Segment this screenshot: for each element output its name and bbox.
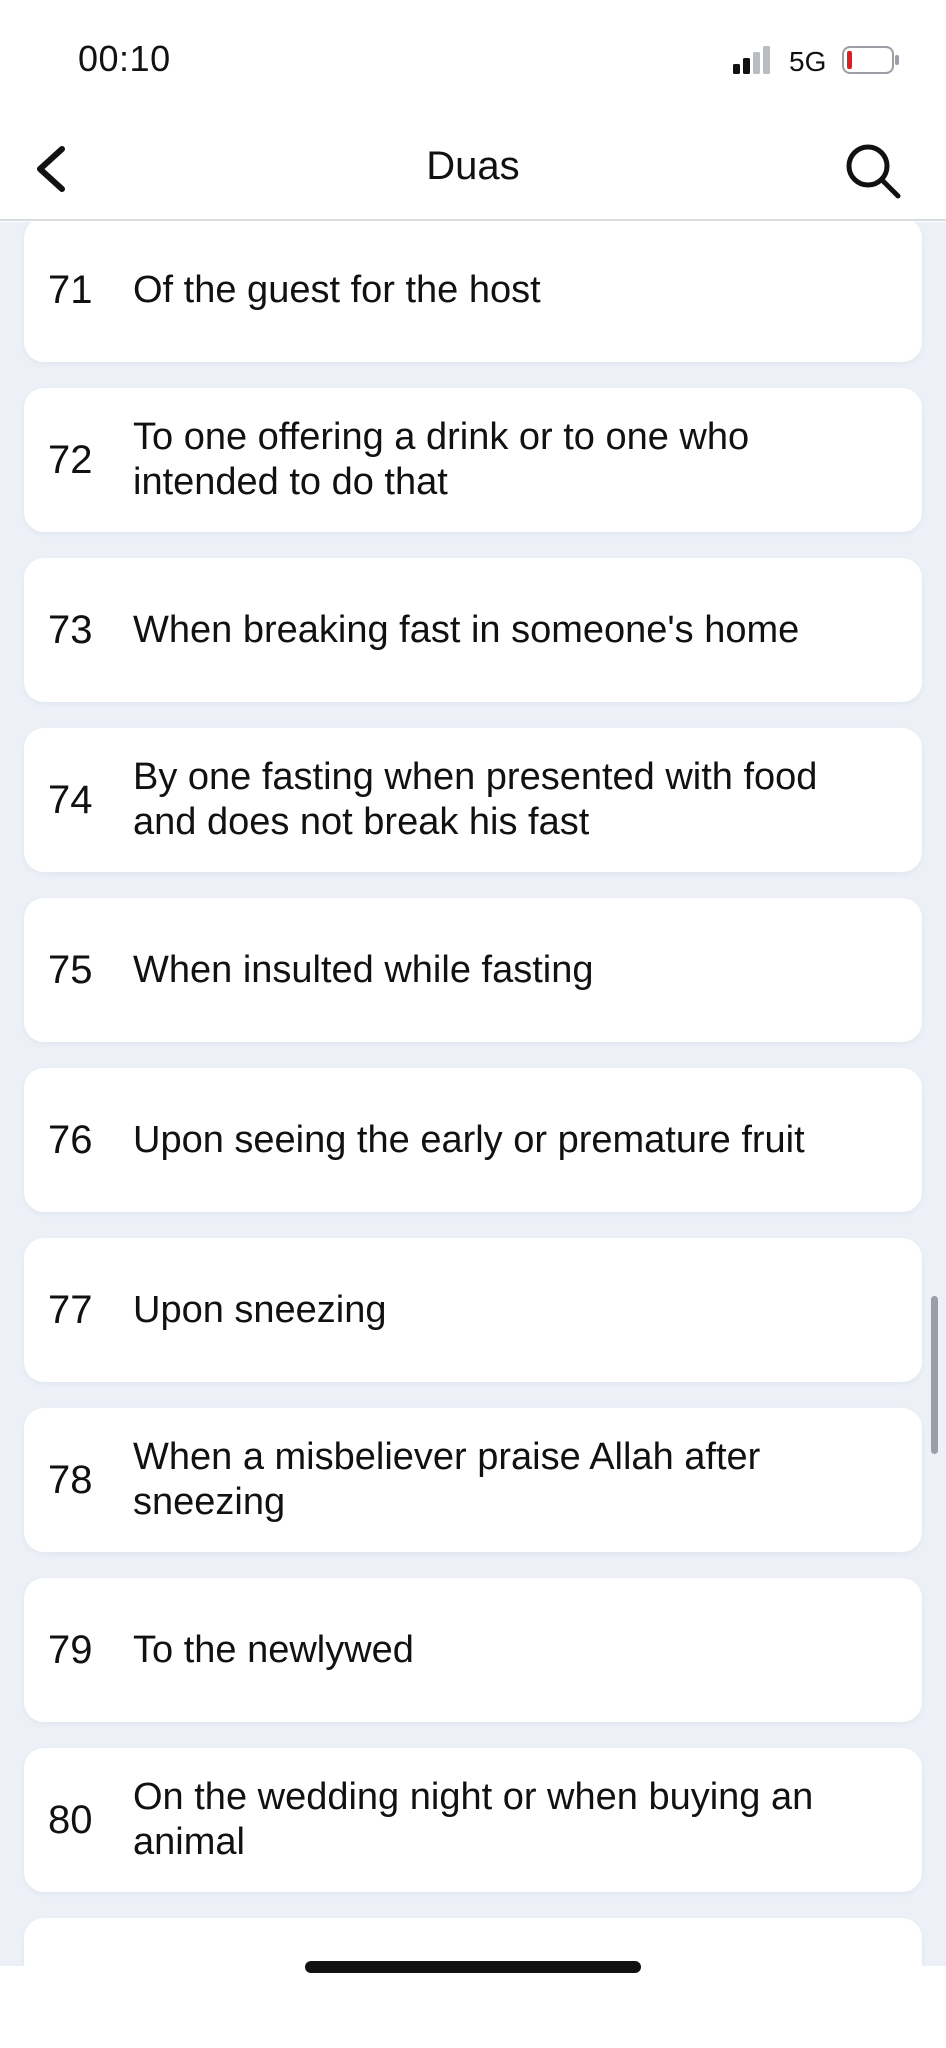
status-bar: 00:10 5G (0, 0, 946, 120)
dua-list-item-partial[interactable] (24, 1918, 922, 1966)
status-time: 00:10 (78, 38, 171, 79)
search-button[interactable] (842, 140, 906, 204)
dua-number: 76 (48, 1117, 93, 1162)
dua-number: 79 (48, 1627, 93, 1672)
dua-number: 77 (48, 1287, 93, 1332)
dua-list-item-79[interactable]: 79 To the newlywed (24, 1578, 922, 1722)
search-icon (846, 144, 901, 199)
dua-number: 74 (48, 777, 93, 822)
dua-number: 80 (48, 1797, 93, 1842)
dua-title: When a misbeliever praise Allah after sn… (133, 1436, 761, 1523)
dua-title: When insulted while fasting (133, 948, 594, 991)
dua-list-item-72[interactable]: 72 To one offering a drink or to one who… (24, 388, 922, 532)
dua-title: To one offering a drink or to one who in… (133, 416, 750, 503)
dua-number: 72 (48, 437, 93, 482)
dua-list-item-74[interactable]: 74 By one fasting when presented with fo… (24, 728, 922, 872)
dua-list-item-71[interactable]: 71 Of the guest for the host (24, 222, 922, 362)
bottom-safe-area (0, 1966, 946, 2048)
dua-title: Of the guest for the host (133, 268, 541, 311)
page-title: Duas (426, 144, 520, 188)
dua-list-item-75[interactable]: 75 When insulted while fasting (24, 898, 922, 1042)
scroll-indicator[interactable] (931, 1296, 938, 1454)
network-type-label: 5G (789, 46, 827, 77)
dua-list-item-77[interactable]: 77 Upon sneezing (24, 1238, 922, 1382)
dua-list-item-76[interactable]: 76 Upon seeing the early or premature fr… (24, 1068, 922, 1212)
battery-low-icon (842, 46, 899, 74)
dua-number: 73 (48, 607, 93, 652)
navigation-bar: Duas (0, 120, 946, 221)
dua-title: On the wedding night or when buying an a… (133, 1776, 814, 1863)
signal-bars-icon (733, 46, 770, 74)
dua-list-item-73[interactable]: 73 When breaking fast in someone's home (24, 558, 922, 702)
dua-list-item-80[interactable]: 80 On the wedding night or when buying a… (24, 1748, 922, 1892)
dua-number: 75 (48, 947, 93, 992)
dua-title: By one fasting when presented with food … (133, 756, 818, 843)
dua-title: To the newlywed (133, 1628, 414, 1671)
dua-number: 71 (48, 267, 93, 312)
dua-list-item-78[interactable]: 78 When a misbeliever praise Allah after… (24, 1408, 922, 1552)
dua-title: When breaking fast in someone's home (133, 608, 800, 651)
dua-number: 78 (48, 1457, 93, 1502)
dua-list[interactable]: 71 Of the guest for the host 72 To one o… (0, 222, 946, 1966)
dua-title: Upon seeing the early or premature fruit (133, 1118, 805, 1161)
dua-title: Upon sneezing (133, 1288, 387, 1331)
dua-title (133, 1918, 882, 1966)
home-indicator[interactable] (305, 1961, 641, 1973)
